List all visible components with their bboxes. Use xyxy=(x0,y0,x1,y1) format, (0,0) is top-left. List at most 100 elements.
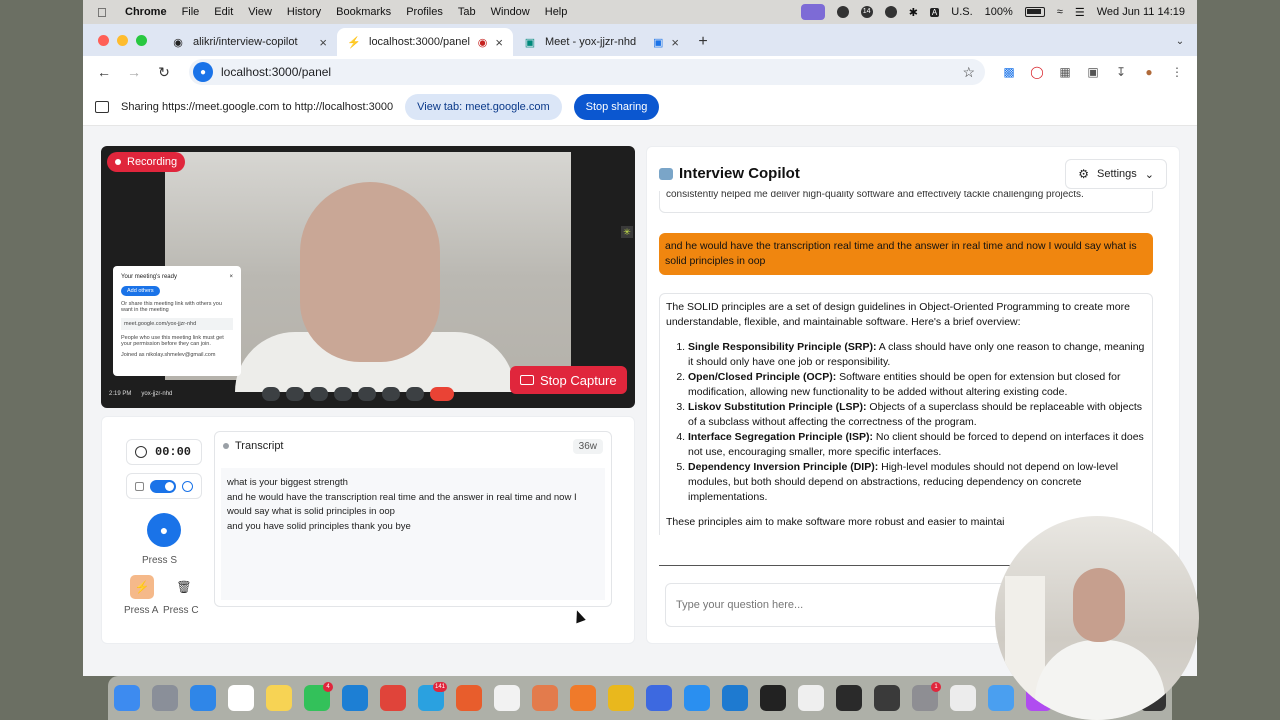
view-tab-button[interactable]: View tab: meet.google.com xyxy=(405,93,562,120)
microphone-icon[interactable]: ● xyxy=(193,62,213,82)
whatsapp-icon[interactable]: 4 xyxy=(304,682,333,711)
apple-menu-icon[interactable]:  xyxy=(97,5,117,20)
captured-meeting-video: Recording Your meeting's ready × Add oth… xyxy=(101,146,635,408)
control-center-icon[interactable]: ☰ xyxy=(1075,6,1085,19)
calendar-icon[interactable] xyxy=(228,685,254,711)
duckduckgo-icon[interactable] xyxy=(456,685,482,711)
menu-help[interactable]: Help xyxy=(545,6,568,18)
menu-bookmarks[interactable]: Bookmarks xyxy=(336,6,391,18)
chatgpt-icon[interactable] xyxy=(494,685,520,711)
notification-badge-icon[interactable]: 14 xyxy=(860,6,873,18)
bluetooth-icon[interactable]: ✱ xyxy=(909,6,918,19)
webcam-overlay xyxy=(995,516,1199,720)
settings-icon[interactable]: 1 xyxy=(912,682,941,711)
menu-profiles[interactable]: Profiles xyxy=(406,6,443,18)
bookmark-star-icon[interactable]: ☆ xyxy=(962,64,975,81)
tab-search-chevron-icon[interactable]: ⌄ xyxy=(1169,30,1191,52)
menu-file[interactable]: File xyxy=(182,6,200,18)
captions-icon xyxy=(334,387,353,401)
menu-tab[interactable]: Tab xyxy=(458,6,476,18)
calculator-icon[interactable] xyxy=(950,685,976,711)
notes-icon[interactable] xyxy=(266,685,292,711)
recording-label: Recording xyxy=(127,156,178,168)
reload-icon[interactable]: ↻ xyxy=(151,59,177,85)
forward-arrow-icon[interactable]: → xyxy=(121,59,147,85)
opera-extension-icon[interactable]: ◯ xyxy=(1025,60,1049,84)
timer-value: 00:00 xyxy=(155,445,192,459)
safari-icon[interactable] xyxy=(190,685,216,711)
transcript-line: and you have solid principles thank you … xyxy=(227,520,411,532)
stop-capture-button[interactable]: Stop Capture xyxy=(510,366,627,394)
close-tab-icon[interactable]: × xyxy=(671,35,679,50)
menu-edit[interactable]: Edit xyxy=(214,6,233,18)
menu-view[interactable]: View xyxy=(248,6,272,18)
todoist-icon[interactable] xyxy=(380,685,406,711)
recording-timer: 00:00 xyxy=(126,439,202,465)
browser-toolbar: ← → ↻ ● localhost:3000/panel ☆ ▩ ◯ ▦ ▣ ↧… xyxy=(83,56,1197,88)
close-window-button[interactable] xyxy=(98,34,109,46)
terminal-icon[interactable] xyxy=(836,685,862,711)
stop-sharing-button[interactable]: Stop sharing xyxy=(573,93,660,120)
telegram-icon[interactable]: 141 xyxy=(418,682,447,711)
clear-transcript-button[interactable]: 🗑 xyxy=(172,575,196,599)
code-extension-icon[interactable]: ▦ xyxy=(1053,60,1077,84)
translate-extension-icon[interactable]: ▩ xyxy=(997,60,1021,84)
trello-icon[interactable] xyxy=(342,685,368,711)
back-arrow-icon[interactable]: ← xyxy=(91,59,117,85)
screen-share-icon xyxy=(95,100,109,113)
claude-icon[interactable] xyxy=(532,685,558,711)
chrome-icon[interactable] xyxy=(608,685,634,711)
new-tab-button[interactable]: + xyxy=(689,28,717,56)
editor-icon[interactable] xyxy=(874,685,900,711)
zoom-window-button[interactable] xyxy=(136,34,147,46)
close-tab-icon[interactable]: × xyxy=(495,35,503,50)
globe-icon[interactable] xyxy=(182,480,193,492)
tab-meet[interactable]: ▣ Meet - yox-jjzr-nhd ▣ × xyxy=(513,28,689,56)
battery-icon[interactable] xyxy=(1024,7,1045,17)
menubar-clock[interactable]: Wed Jun 11 14:19 xyxy=(1097,6,1185,18)
tab-sharing-bar: Sharing https://meet.google.com to http:… xyxy=(83,88,1197,126)
window-controls xyxy=(98,24,147,56)
audio-source-toggle[interactable] xyxy=(150,479,176,493)
meet-icon: ▣ xyxy=(524,36,536,49)
time-machine-icon[interactable] xyxy=(884,6,897,18)
menu-app-name[interactable]: Chrome xyxy=(125,6,167,18)
principle-term: Liskov Substitution Principle (LSP): xyxy=(688,401,867,413)
puzzle-extensions-icon[interactable]: ▣ xyxy=(1081,60,1105,84)
wifi-icon[interactable]: ≈ xyxy=(1057,6,1063,18)
screen-record-icon[interactable] xyxy=(800,4,825,20)
finder-icon[interactable] xyxy=(114,685,140,711)
vim-icon[interactable] xyxy=(798,685,824,711)
cloud-icon[interactable] xyxy=(836,6,849,18)
menu-window[interactable]: Window xyxy=(491,6,530,18)
system-audio-icon[interactable] xyxy=(135,481,144,491)
menu-history[interactable]: History xyxy=(287,6,321,18)
meet-time: 2:19 PM xyxy=(109,391,132,397)
arc-icon[interactable] xyxy=(646,685,672,711)
profile-avatar[interactable]: ● xyxy=(1137,60,1161,84)
principle-term: Interface Segregation Principle (ISP): xyxy=(688,431,873,443)
intellij-icon[interactable] xyxy=(760,685,786,711)
ask-ai-button[interactable]: ⚡ xyxy=(130,575,154,599)
microphone-button[interactable]: ● xyxy=(147,513,181,547)
url-text[interactable]: localhost:3000/panel xyxy=(221,65,954,79)
vscode-icon[interactable] xyxy=(722,685,748,711)
tab-github[interactable]: ◉ alikri/interview-copilot × xyxy=(161,28,337,56)
more-menu-icon[interactable]: ⋮ xyxy=(1165,60,1189,84)
more-options-icon xyxy=(262,387,281,401)
input-source-icon[interactable]: A xyxy=(929,7,940,17)
webcam-person-body xyxy=(1035,640,1165,720)
launchpad-icon[interactable] xyxy=(152,685,178,711)
close-tab-icon[interactable]: × xyxy=(319,35,327,50)
download-icon[interactable]: ↧ xyxy=(1109,60,1133,84)
address-bar[interactable]: ● localhost:3000/panel ☆ xyxy=(189,59,985,85)
firefox-icon[interactable] xyxy=(570,685,596,711)
gear-icon: ⚙ xyxy=(1078,167,1090,181)
chat-messages[interactable]: consistently helped me deliver high-qual… xyxy=(659,191,1153,535)
tab-localhost-panel[interactable]: ⚡ localhost:3000/panel ◉ × xyxy=(337,28,513,56)
appstore-icon[interactable] xyxy=(684,685,710,711)
transcript-body[interactable]: what is your biggest strength and he wou… xyxy=(221,468,605,600)
settings-button[interactable]: ⚙ Settings ⌄ xyxy=(1065,159,1167,189)
minimize-window-button[interactable] xyxy=(117,34,128,46)
tab-title: alikri/interview-copilot xyxy=(193,36,298,48)
